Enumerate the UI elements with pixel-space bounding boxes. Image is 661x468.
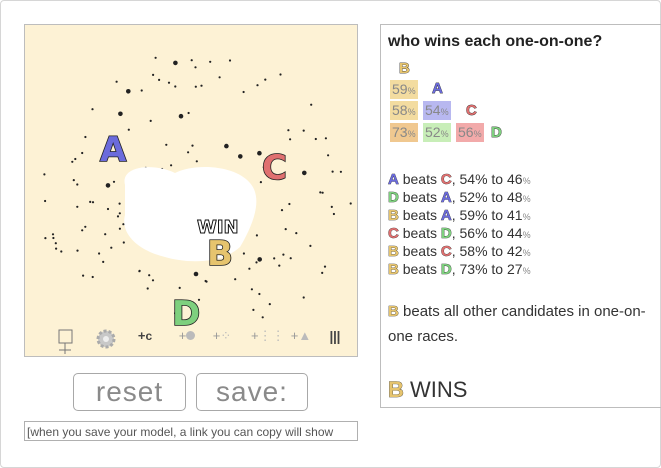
percent-sign: % — [522, 230, 531, 240]
beats-word: beats — [402, 189, 437, 205]
add-voter-icon[interactable]: + — [175, 328, 199, 354]
result-winner-label: B — [388, 207, 399, 225]
result-first-value: , 56 — [451, 225, 476, 241]
matrix-cell-a-c: 54% — [423, 101, 451, 120]
beats-word: beats — [402, 261, 437, 277]
percent-sign: % — [522, 176, 531, 186]
result-loser-label: A — [440, 207, 452, 225]
result-loser-label: A — [440, 189, 452, 207]
result-second-value: % to 48 — [475, 189, 523, 205]
result-winner-label: B — [388, 243, 399, 261]
result-row: A beats C, 54% to 46% — [388, 170, 531, 190]
add-voter-grid-icon[interactable]: +⋮⋮ — [251, 328, 285, 354]
result-loser-label: C — [440, 171, 452, 189]
gear-icon[interactable] — [95, 328, 119, 354]
matrix-cell-a-d: 52% — [423, 123, 451, 142]
matrix-label-d: D — [491, 124, 503, 142]
voter-tool-icon[interactable] — [55, 328, 79, 354]
result-row: B beats D, 73% to 27% — [388, 260, 531, 280]
candidate-a[interactable]: A — [99, 132, 127, 168]
result-second-value: % to 42 — [475, 243, 523, 259]
result-row: C beats D, 56% to 44% — [388, 224, 531, 244]
voter-canvas[interactable]: A C B D WIN +c + +⁘ +⋮⋮ +▲ Ⅲ — [24, 24, 358, 357]
save-link-field[interactable]: [when you save your model, a link you ca… — [24, 421, 358, 441]
beats-word: beats — [402, 225, 437, 241]
result-first-value: , 59 — [451, 207, 476, 223]
panel-title: who wins each one-on-one? — [388, 33, 603, 50]
result-second-value: % to 46 — [475, 171, 523, 187]
result-winner-label: A — [388, 171, 399, 189]
result-second-value: % to 41 — [475, 207, 523, 223]
result-second-value: % to 44 — [475, 225, 523, 241]
save-button[interactable]: save: — [196, 373, 308, 411]
results-panel: who wins each one-on-one? B 59% A 58% 54… — [380, 24, 661, 408]
beats-word: beats — [402, 207, 437, 223]
result-loser-label: D — [440, 225, 452, 243]
candidate-b[interactable]: B — [206, 236, 234, 272]
add-voter-group-icon[interactable]: +⁘ — [210, 328, 234, 354]
percent-sign: % — [522, 266, 531, 276]
winner-announcement: B WINS — [388, 377, 468, 403]
result-winner-label: D — [388, 189, 399, 207]
result-loser-label: C — [440, 243, 452, 261]
win-label: WIN — [197, 217, 240, 239]
result-second-value: % to 27 — [475, 261, 523, 277]
matrix-label-a: A — [432, 80, 444, 98]
percent-sign: % — [522, 194, 531, 204]
matrix-cell-b-c: 58% — [390, 101, 418, 120]
result-first-value: , 58 — [451, 243, 476, 259]
result-winner-label: C — [388, 225, 399, 243]
result-row: D beats A, 52% to 48% — [388, 188, 531, 208]
candidate-c[interactable]: C — [261, 150, 288, 186]
result-first-value: , 52 — [451, 189, 476, 205]
matrix-cell-c-d: 56% — [456, 123, 484, 142]
result-row: B beats A, 59% to 41% — [388, 206, 531, 226]
summary-text: B beats all other candidates in one-on-o… — [388, 303, 646, 345]
result-winner-label: B — [388, 261, 399, 279]
matrix-label-c: C — [466, 102, 478, 120]
columns-icon[interactable]: Ⅲ — [323, 328, 347, 354]
matrix-cell-b-a: 59% — [390, 80, 418, 99]
result-loser-label: D — [440, 261, 452, 279]
matrix-cell-b-d: 73% — [390, 123, 418, 142]
add-triangle-icon[interactable]: +▲ — [289, 328, 313, 354]
result-first-value: , 73 — [451, 261, 476, 277]
percent-sign: % — [522, 212, 531, 222]
result-first-value: , 54 — [451, 171, 476, 187]
reset-button[interactable]: reset — [73, 373, 186, 411]
beats-word: beats — [402, 243, 437, 259]
matrix-label-b: B — [399, 60, 411, 78]
add-candidate-icon[interactable]: +c — [133, 328, 157, 354]
percent-sign: % — [522, 248, 531, 258]
beats-word: beats — [402, 171, 437, 187]
result-row: B beats C, 58% to 42% — [388, 242, 531, 262]
canvas-toolbar: +c + +⁘ +⋮⋮ +▲ Ⅲ — [25, 320, 357, 356]
